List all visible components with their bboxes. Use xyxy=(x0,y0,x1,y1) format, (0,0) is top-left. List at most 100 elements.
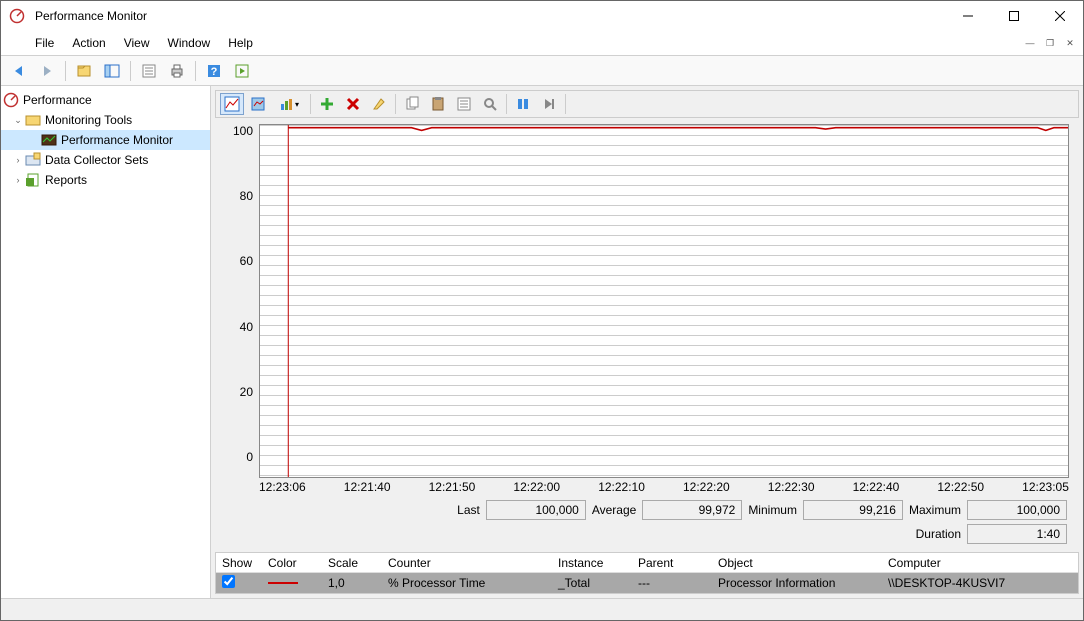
xtick: 12:22:10 xyxy=(598,480,645,494)
body: Performance ⌄ Monitoring Tools Performan… xyxy=(1,86,1083,598)
chart-plot[interactable] xyxy=(259,124,1069,478)
view-log-button[interactable] xyxy=(246,93,270,115)
properties-button[interactable] xyxy=(137,59,161,83)
col-instance[interactable]: Instance xyxy=(552,556,632,570)
last-value: 100,000 xyxy=(486,500,586,520)
tree-data-collector-sets[interactable]: › Data Collector Sets xyxy=(1,150,210,170)
ytick: 40 xyxy=(219,320,253,334)
col-show[interactable]: Show xyxy=(216,556,262,570)
mdi-close[interactable]: ✕ xyxy=(1061,35,1079,51)
expand-icon[interactable]: › xyxy=(11,155,25,165)
instance-cell: _Total xyxy=(552,576,632,590)
tree-monitoring-tools[interactable]: ⌄ Monitoring Tools xyxy=(1,110,210,130)
paste-button[interactable] xyxy=(426,93,450,115)
avg-label: Average xyxy=(592,503,636,517)
nav-tree[interactable]: Performance ⌄ Monitoring Tools Performan… xyxy=(1,86,211,598)
duration-label: Duration xyxy=(916,527,961,541)
svg-text:?: ? xyxy=(211,66,218,78)
avg-value: 99,972 xyxy=(642,500,742,520)
maximize-button[interactable] xyxy=(991,1,1037,31)
show-hide-tree-button[interactable] xyxy=(72,59,96,83)
menu-file[interactable]: File xyxy=(27,33,62,53)
view-current-button[interactable] xyxy=(220,93,244,115)
col-color[interactable]: Color xyxy=(262,556,322,570)
ytick: 80 xyxy=(219,189,253,203)
app-icon-small xyxy=(5,33,21,49)
freeze-button[interactable] xyxy=(511,93,535,115)
scale-cell: 1,0 xyxy=(322,576,382,590)
close-button[interactable] xyxy=(1037,1,1083,31)
counter-cell: % Processor Time xyxy=(382,576,552,590)
app-window: Performance Monitor File Action View Win… xyxy=(0,0,1084,621)
y-axis: 100 80 60 40 20 0 xyxy=(219,124,259,478)
help-button[interactable]: ? xyxy=(202,59,226,83)
tree-monitoring-label: Monitoring Tools xyxy=(45,113,132,127)
xtick: 12:23:05 xyxy=(1022,480,1069,494)
ytick: 0 xyxy=(219,450,253,464)
menu-window[interactable]: Window xyxy=(160,33,219,53)
copy-button[interactable] xyxy=(400,93,424,115)
tree-dcs-label: Data Collector Sets xyxy=(45,153,148,167)
counter-grid[interactable]: Show Color Scale Counter Instance Parent… xyxy=(215,552,1079,594)
back-button[interactable] xyxy=(7,59,31,83)
col-computer[interactable]: Computer xyxy=(882,556,1078,570)
menu-view[interactable]: View xyxy=(116,33,158,53)
grid-header: Show Color Scale Counter Instance Parent… xyxy=(216,553,1078,573)
perf-icon xyxy=(3,92,19,108)
dcs-icon xyxy=(25,152,41,168)
tree-root[interactable]: Performance xyxy=(1,90,210,110)
color-cell xyxy=(262,582,322,584)
app-icon xyxy=(9,8,25,24)
xtick: 12:22:00 xyxy=(513,480,560,494)
col-parent[interactable]: Parent xyxy=(632,556,712,570)
xtick: 12:23:06 xyxy=(259,480,306,494)
properties-button2[interactable] xyxy=(452,93,476,115)
menubar: File Action View Window Help — ❐ ✕ xyxy=(1,31,1083,56)
change-type-button[interactable]: ▾ xyxy=(272,93,306,115)
tree-perfmon-label: Performance Monitor xyxy=(61,133,173,147)
ytick: 100 xyxy=(219,124,253,138)
statusbar xyxy=(1,598,1083,620)
ytick: 20 xyxy=(219,385,253,399)
update-button[interactable] xyxy=(537,93,561,115)
delete-counter-button[interactable] xyxy=(341,93,365,115)
menu-action[interactable]: Action xyxy=(64,33,113,53)
xtick: 12:21:40 xyxy=(344,480,391,494)
grid-row[interactable]: 1,0 % Processor Time _Total --- Processo… xyxy=(216,573,1078,593)
last-label: Last xyxy=(457,503,480,517)
tree-root-label: Performance xyxy=(23,93,92,107)
col-scale[interactable]: Scale xyxy=(322,556,382,570)
x-axis: 12:23:06 12:21:40 12:21:50 12:22:00 12:2… xyxy=(259,478,1069,494)
stats-panel: Last 100,000 Average 99,972 Minimum 99,2… xyxy=(219,494,1069,548)
monitor-icon xyxy=(41,132,57,148)
tree-reports-label: Reports xyxy=(45,173,87,187)
max-value: 100,000 xyxy=(967,500,1067,520)
col-object[interactable]: Object xyxy=(712,556,882,570)
parent-cell: --- xyxy=(632,576,712,590)
tree-performance-monitor[interactable]: Performance Monitor xyxy=(1,130,210,150)
menu-help[interactable]: Help xyxy=(220,33,261,53)
expand-icon[interactable]: › xyxy=(11,175,25,185)
xtick: 12:21:50 xyxy=(429,480,476,494)
max-label: Maximum xyxy=(909,503,961,517)
reports-icon xyxy=(25,172,41,188)
print-button[interactable] xyxy=(165,59,189,83)
add-counter-button[interactable] xyxy=(315,93,339,115)
minimize-button[interactable] xyxy=(945,1,991,31)
highlight-button[interactable] xyxy=(367,93,391,115)
zoom-button[interactable] xyxy=(478,93,502,115)
collapse-icon[interactable]: ⌄ xyxy=(11,115,25,126)
xtick: 12:22:50 xyxy=(937,480,984,494)
chart-area: 100 80 60 40 20 0 12:23 xyxy=(215,118,1079,550)
color-swatch xyxy=(268,582,298,584)
tree-reports[interactable]: › Reports xyxy=(1,170,210,190)
layout-button[interactable] xyxy=(100,59,124,83)
mdi-minimize[interactable]: — xyxy=(1021,35,1039,51)
run-button[interactable] xyxy=(230,59,254,83)
ytick: 60 xyxy=(219,254,253,268)
forward-button[interactable] xyxy=(35,59,59,83)
mdi-restore[interactable]: ❐ xyxy=(1041,35,1059,51)
show-checkbox[interactable] xyxy=(222,575,235,588)
xtick: 12:22:30 xyxy=(768,480,815,494)
col-counter[interactable]: Counter xyxy=(382,556,552,570)
